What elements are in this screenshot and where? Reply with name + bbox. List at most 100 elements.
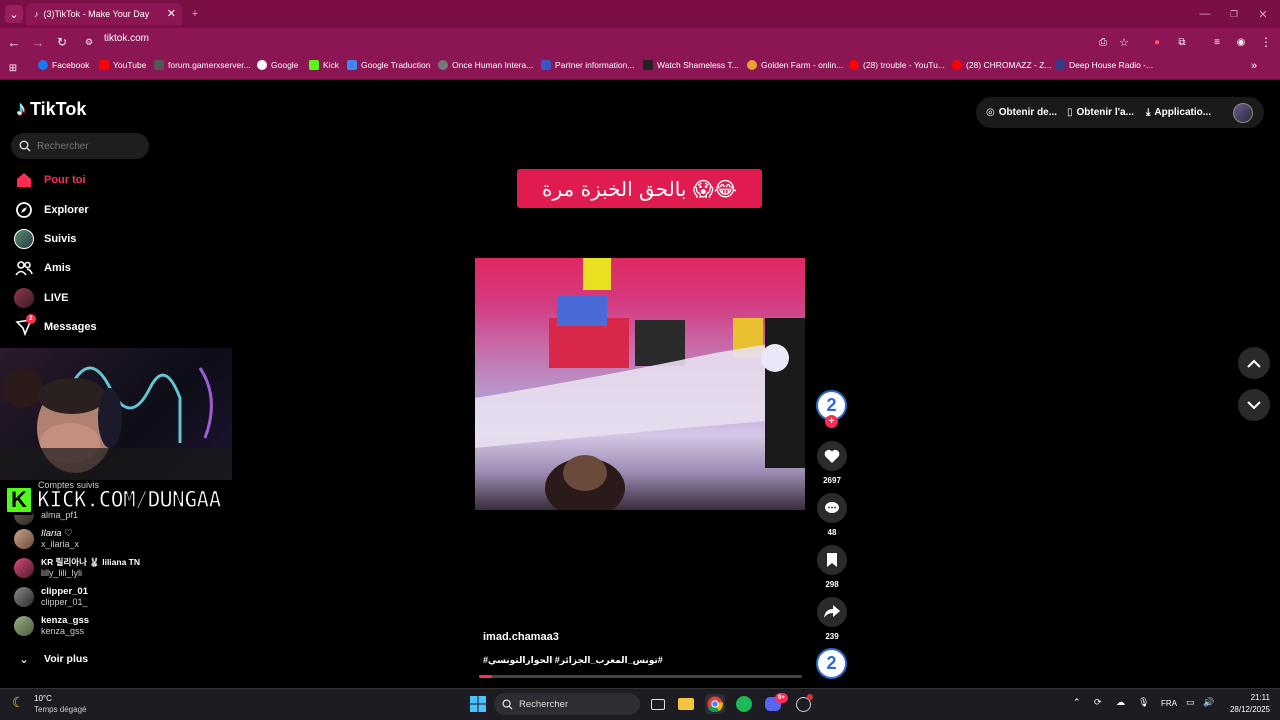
sync-icon[interactable]: ⟳ (1094, 697, 1102, 708)
avatar (14, 616, 34, 636)
nav-explore[interactable]: Explorer (14, 200, 89, 220)
facebook-icon (38, 60, 48, 70)
like-button[interactable] (817, 441, 847, 471)
music-disc-avatar[interactable]: 2 (816, 648, 847, 679)
nav-for-you[interactable]: Pour toi (14, 170, 86, 190)
taskbar-search[interactable]: Rechercher (494, 693, 640, 715)
windows-taskbar (0, 688, 1280, 720)
video-username[interactable]: imad.chamaa3 (483, 631, 559, 643)
bookmark-item[interactable]: (28) CHROMAZZ - Z... (952, 60, 1051, 70)
microphone-icon[interactable]: 🎙 (1138, 697, 1149, 708)
kick-logo-icon: K (4, 485, 34, 515)
nav-live[interactable]: LIVE (14, 288, 68, 308)
heart-icon (824, 449, 840, 463)
nav-messages[interactable]: 2 Messages (14, 314, 97, 337)
video-progress-bar[interactable] (479, 675, 802, 678)
browser-tab[interactable]: ♪ (3)TikTok - Make Your Day ✕ (26, 3, 182, 25)
search-input[interactable] (37, 140, 137, 152)
bookmark-item[interactable]: (28) trouble - YouTu... (849, 60, 945, 70)
chrome-icon[interactable] (705, 694, 725, 714)
network-icon[interactable]: ▭ (1186, 697, 1195, 708)
bookmark-star-icon[interactable]: ☆ (1115, 33, 1133, 51)
tray-chevron-up-icon[interactable]: ⌃ (1073, 697, 1081, 708)
share-count: 239 (825, 632, 839, 641)
bookmark-item[interactable]: Deep House Radio -... (1055, 60, 1153, 70)
bookmark-item[interactable]: Google (257, 60, 298, 70)
file-explorer-icon[interactable] (676, 694, 696, 714)
share-button[interactable] (817, 597, 847, 627)
install-app-icon[interactable]: ⎙ (1094, 33, 1112, 51)
bookmark-item[interactable]: Facebook (38, 60, 89, 70)
bookmark-item[interactable]: Kick (309, 60, 339, 70)
bookmark-item[interactable]: Partner information... (541, 60, 634, 70)
weather-temp[interactable]: 10°C (34, 694, 52, 703)
more-bookmarks-icon[interactable]: » (1251, 60, 1257, 72)
spotify-icon[interactable] (734, 694, 754, 714)
kick-icon (309, 60, 319, 70)
following-account[interactable]: clipper_01 clipper_01_ (14, 586, 88, 608)
next-video-button[interactable] (1238, 389, 1270, 421)
following-account[interactable]: KR 릴리아나 🐰 liliana TN lilly_lili_lyli (14, 557, 140, 579)
language-indicator[interactable]: FRA (1161, 699, 1177, 708)
follow-plus-icon[interactable]: + (825, 415, 838, 428)
following-account[interactable]: kenza_gss kenza_gss (14, 615, 89, 637)
previous-video-button[interactable] (1238, 347, 1270, 379)
get-coins-button[interactable]: ◎ Obtenir de... (986, 107, 1057, 118)
extension-icon[interactable]: ● (1148, 33, 1166, 51)
tab-search-icon[interactable]: ⌄ (5, 5, 23, 23)
profile-icon[interactable]: ◉ (1232, 33, 1250, 51)
see-more-button[interactable]: ⌄ Voir plus (14, 649, 88, 669)
volume-icon[interactable]: 🔊 (1203, 697, 1214, 708)
task-view-icon[interactable] (648, 694, 668, 714)
bookmark-item[interactable]: YouTube (99, 60, 146, 70)
menu-icon[interactable]: ⋮ (1257, 33, 1275, 51)
comment-button[interactable] (817, 493, 847, 523)
close-tab-icon[interactable]: ✕ (167, 7, 176, 20)
video-caption-banner: بالحق الخبزة مرة 😱😂 (517, 169, 762, 208)
messages-badge: 2 (26, 314, 36, 324)
bookmark-item[interactable]: Google Traduction (347, 60, 430, 70)
windows-start-icon[interactable] (468, 694, 488, 714)
avatar (14, 558, 34, 578)
youtube-icon (952, 60, 962, 70)
address-bar[interactable]: tiktok.com (104, 33, 149, 44)
site-info-icon[interactable]: ⚙ (80, 33, 98, 51)
media-control-icon[interactable]: ≡ (1208, 33, 1226, 51)
close-window-icon[interactable]: ✕ (1254, 5, 1272, 23)
minimize-icon[interactable]: — (1196, 5, 1214, 23)
extensions-puzzle-icon[interactable]: ⧉ (1173, 33, 1191, 51)
back-icon[interactable]: ← (5, 33, 23, 51)
phone-icon: ▯ (1067, 107, 1073, 118)
tiktok-logo[interactable]: ♪ TikTok (16, 98, 86, 121)
apps-grid-icon[interactable]: ⊞ (4, 59, 22, 77)
maximize-icon[interactable]: ❐ (1225, 5, 1243, 23)
webcam-overlay (0, 348, 232, 480)
video-player[interactable] (475, 258, 805, 510)
following-account[interactable]: Ilaria ♡ x_ilaria_x (14, 528, 79, 550)
clock-time[interactable]: 21:11 (1236, 693, 1270, 702)
nav-following[interactable]: Suivis (14, 229, 76, 249)
bookmark-item[interactable]: Once Human Intera... (438, 60, 533, 70)
cloud-icon[interactable]: ☁ (1116, 697, 1125, 708)
bookmark-item[interactable]: forum.gamerxserver... (154, 60, 251, 70)
reload-icon[interactable]: ↻ (53, 33, 71, 51)
messages-icon: 2 (14, 314, 36, 337)
weather-desc: Temps dégagé (34, 705, 87, 714)
forward-icon[interactable]: → (29, 33, 47, 51)
new-tab-icon[interactable]: + (186, 5, 204, 23)
get-app-button[interactable]: ▯ Obtenir l'a... (1067, 107, 1134, 118)
tiktok-search[interactable] (11, 133, 149, 159)
chevron-up-icon (1247, 359, 1261, 368)
home-icon (14, 170, 34, 190)
nav-friends[interactable]: Amis (14, 258, 71, 278)
video-hashtags[interactable]: #تونس_المغرب_الجزائر# الحوارالتونسي# (483, 655, 663, 666)
browser-toolbar: ← → ↻ ⚙ (0, 28, 1280, 56)
bookmark-item[interactable]: Golden Farm - onlin... (747, 60, 843, 70)
clock-date: 28/12/2025 (1229, 705, 1270, 714)
live-avatar-icon (14, 288, 34, 308)
search-icon (19, 140, 31, 152)
application-button[interactable]: ⤓ Applicatio... (1146, 107, 1211, 118)
bookmark-item[interactable]: Watch Shameless T... (643, 60, 739, 70)
save-button[interactable] (817, 545, 847, 575)
user-avatar[interactable] (1233, 103, 1253, 123)
